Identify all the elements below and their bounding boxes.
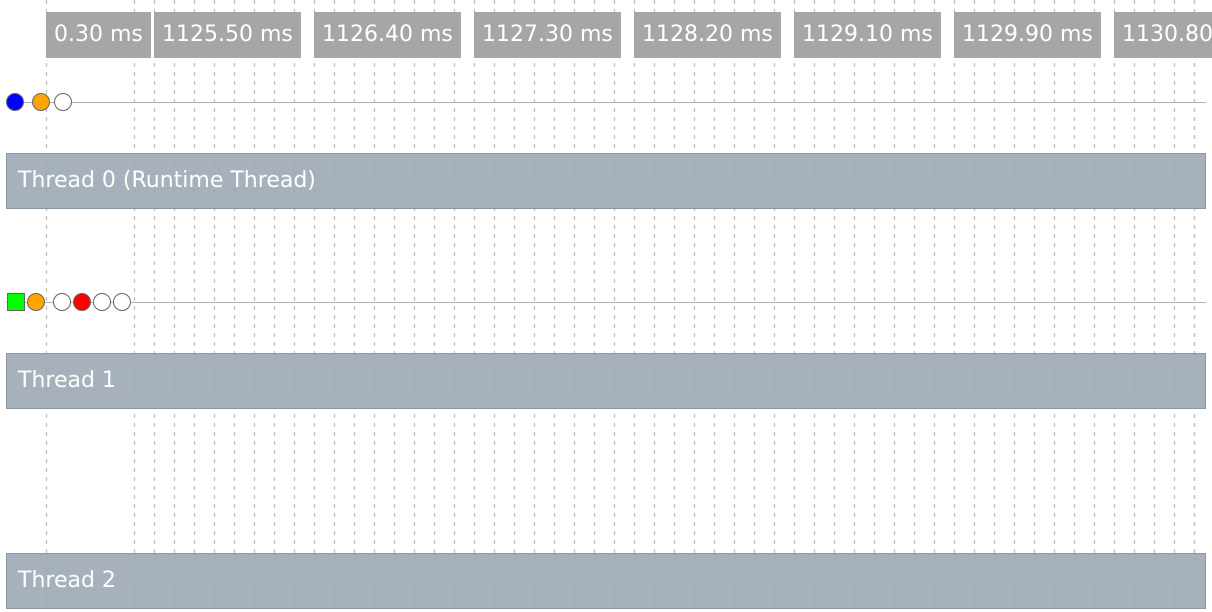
thread-1-event-track	[6, 302, 1206, 303]
thread-0-label: Thread 0 (Runtime Thread)	[18, 168, 316, 193]
time-tick-label: 1127.30 ms	[474, 12, 621, 58]
thread-1-bar[interactable]: Thread 1	[6, 353, 1206, 409]
thread-2-bar[interactable]: Thread 2	[6, 553, 1206, 609]
time-tick-label: 1129.10 ms	[794, 12, 941, 58]
event-marker[interactable]	[27, 293, 45, 311]
time-tick-label: 1126.40 ms	[314, 12, 461, 58]
time-tick-label: 1125.50 ms	[154, 12, 301, 58]
event-marker[interactable]	[32, 93, 50, 111]
thread-2-label: Thread 2	[18, 568, 116, 593]
event-marker[interactable]	[6, 93, 24, 111]
time-tick-label: 1130.80	[1114, 12, 1212, 58]
thread-1-label: Thread 1	[18, 368, 116, 393]
time-tick-label: 1129.90 ms	[954, 12, 1101, 58]
event-marker[interactable]	[53, 293, 71, 311]
thread-0-bar[interactable]: Thread 0 (Runtime Thread)	[6, 153, 1206, 209]
event-marker[interactable]	[7, 293, 25, 311]
time-tick-label: 1128.20 ms	[634, 12, 781, 58]
event-marker[interactable]	[113, 293, 131, 311]
time-tick-label: 0.30 ms	[46, 12, 151, 58]
event-marker[interactable]	[73, 293, 91, 311]
event-marker[interactable]	[93, 293, 111, 311]
timeline-view[interactable]: 0.30 ms 1125.50 ms 1126.40 ms 1127.30 ms…	[0, 0, 1212, 612]
thread-0-event-track	[6, 102, 1206, 103]
event-marker[interactable]	[54, 93, 72, 111]
time-grid	[45, 0, 1196, 612]
